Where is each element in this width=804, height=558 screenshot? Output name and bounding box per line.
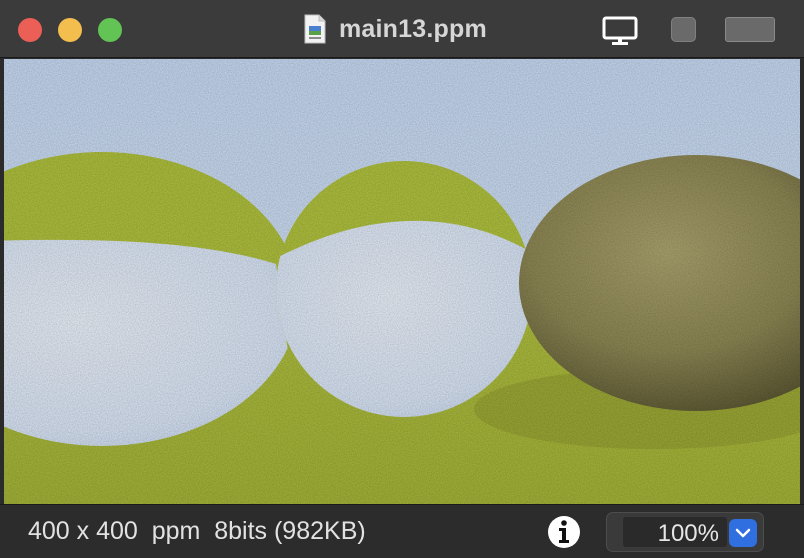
image-canvas[interactable]	[4, 59, 800, 504]
monitor-icon[interactable]	[602, 16, 638, 46]
status-bar: 400 x 400 ppm 8bits (982KB) 100%	[0, 504, 804, 558]
zoom-dropdown[interactable]: 100%	[606, 512, 764, 552]
image-viewer-window: main13.ppm 400 x 400 ppm 8bits (982KB) 1…	[0, 0, 804, 558]
image-info-text: 400 x 400 ppm 8bits (982KB)	[28, 517, 366, 545]
rendered-image	[4, 59, 800, 504]
maximize-button[interactable]	[98, 18, 122, 42]
window-title-group: main13.ppm	[303, 13, 487, 45]
chevron-down-icon[interactable]	[729, 519, 757, 547]
wide-rectangle-icon[interactable]	[725, 17, 775, 42]
zoom-field[interactable]: 100%	[623, 517, 727, 547]
file-icon	[304, 14, 326, 44]
title-bar[interactable]: main13.ppm	[0, 0, 804, 58]
info-icon[interactable]	[546, 514, 582, 550]
minimize-button[interactable]	[58, 18, 82, 42]
close-button[interactable]	[18, 18, 42, 42]
zoom-value: 100%	[657, 520, 719, 547]
square-icon[interactable]	[671, 17, 696, 42]
window-title: main13.ppm	[339, 14, 487, 43]
